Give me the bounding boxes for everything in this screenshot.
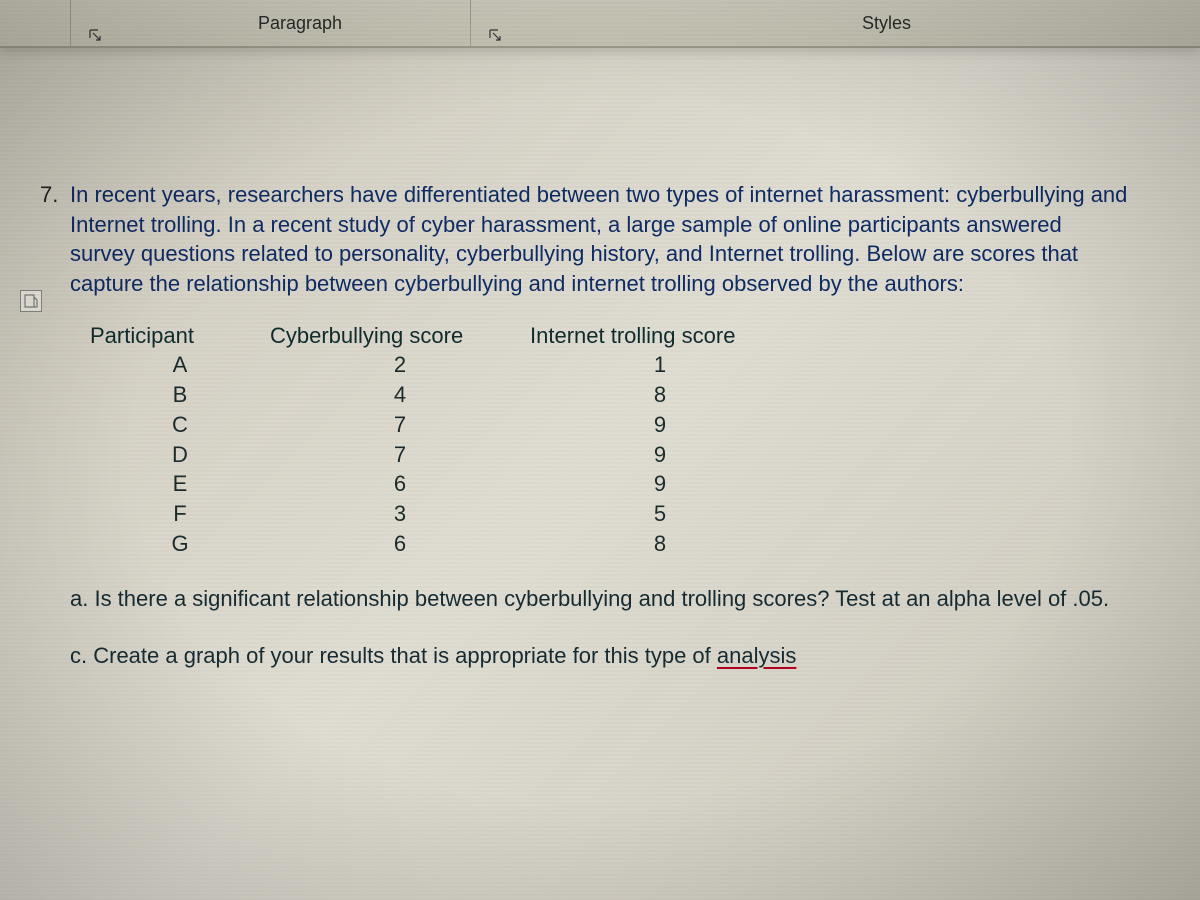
table-cell: G [90,529,270,559]
sub-c-prefix: c. Create a graph of your results that i… [70,643,717,668]
table-cell: D [90,440,270,470]
table-cell: A [90,350,270,380]
ribbon-divider [470,0,471,46]
sub-question-a: a. Is there a significant relationship b… [70,584,1130,615]
table-cell: 1 [530,350,790,380]
table-cell: 4 [270,380,530,410]
spellcheck-underlined-word[interactable]: analysis [717,643,796,668]
table-row: F35 [90,499,1130,529]
question-number: 7. [40,180,58,210]
table-cell: 8 [530,529,790,559]
table-cell: 9 [530,410,790,440]
sub-question-c: c. Create a graph of your results that i… [70,641,1130,672]
table-row: G68 [90,529,1130,559]
question-7: 7. In recent years, researchers have dif… [70,180,1130,299]
ribbon-toolbar: Paragraph Styles [0,0,1200,48]
table-cell: F [90,499,270,529]
table-cell: 6 [270,469,530,499]
table-header-row: Participant Cyberbullying score Internet… [90,321,1130,351]
table-cell: 7 [270,410,530,440]
table-cell: E [90,469,270,499]
table-row: C79 [90,410,1130,440]
table-cell: B [90,380,270,410]
ribbon-divider [70,0,71,46]
comment-marker-icon[interactable] [20,290,42,312]
dialog-launcher-icon[interactable] [88,28,102,42]
col-header-trolling: Internet trolling score [530,321,790,351]
table-body: A21B48C79D79E69F35G68 [90,350,1130,558]
table-cell: 9 [530,469,790,499]
table-cell: 2 [270,350,530,380]
ribbon-group-styles: Styles [862,13,911,34]
table-cell: 6 [270,529,530,559]
col-header-participant: Participant [90,321,270,351]
table-cell: 5 [530,499,790,529]
col-header-cyberbullying: Cyberbullying score [270,321,530,351]
table-cell: 3 [270,499,530,529]
table-cell: C [90,410,270,440]
document-area: 7. In recent years, researchers have dif… [0,60,1200,900]
page-content: 7. In recent years, researchers have dif… [40,120,1160,712]
table-row: B48 [90,380,1130,410]
scores-table: Participant Cyberbullying score Internet… [90,321,1130,559]
table-row: D79 [90,440,1130,470]
dialog-launcher-icon[interactable] [488,28,502,42]
question-text: In recent years, researchers have differ… [70,180,1130,299]
table-row: E69 [90,469,1130,499]
table-cell: 9 [530,440,790,470]
table-row: A21 [90,350,1130,380]
table-cell: 8 [530,380,790,410]
ribbon-group-paragraph: Paragraph [258,13,342,34]
table-cell: 7 [270,440,530,470]
